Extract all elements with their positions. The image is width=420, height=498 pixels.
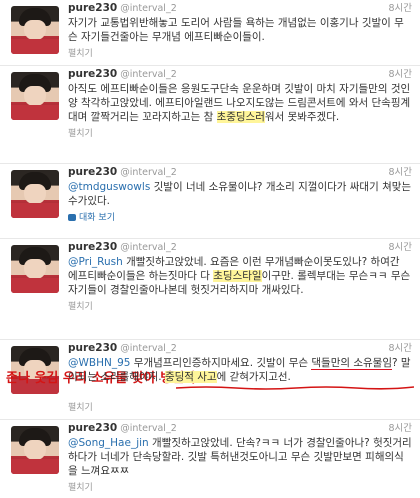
expand-link[interactable]: 펼치기 bbox=[68, 49, 93, 59]
user-handle[interactable]: @interval_2 bbox=[120, 343, 177, 354]
tweet-body: pure230 @interval_2 8시간 자기가 교통법위반해놓고 도리어 … bbox=[68, 2, 412, 59]
tweet-header: pure230 @interval_2 8시간 bbox=[68, 166, 412, 179]
tweet-text: @tmdguswowls 깃발이 너네 소유물이냐? 개소리 지껄이다가 싸대기… bbox=[68, 180, 412, 208]
tweet-text-part: 에 갇혀가지고선. bbox=[216, 371, 291, 383]
timestamp[interactable]: 8시간 bbox=[388, 68, 412, 81]
expand-link[interactable]: 펼치기 bbox=[68, 403, 93, 413]
tweet-body: pure230 @interval_2 8시간 @tmdguswowls 깃발이 … bbox=[68, 166, 412, 223]
username[interactable]: pure230 bbox=[68, 422, 117, 434]
username[interactable]: pure230 bbox=[68, 241, 117, 253]
avatar[interactable] bbox=[11, 426, 59, 474]
username[interactable]: pure230 bbox=[68, 2, 117, 14]
highlighted-text: 초중딩스러 bbox=[216, 111, 265, 123]
timestamp[interactable]: 8시간 bbox=[388, 342, 412, 355]
username[interactable]: pure230 bbox=[68, 166, 117, 178]
tweet-text-part: 자기가 교통법위반해놓고 도리어 사람들 욕하는 개념없는 이홍기나 깃발이 무… bbox=[68, 17, 404, 43]
avatar[interactable] bbox=[11, 6, 59, 54]
tweet-header: pure230 @interval_2 8시간 bbox=[68, 241, 412, 254]
user-handle[interactable]: @interval_2 bbox=[120, 69, 177, 80]
tweet-item[interactable]: pure230 @interval_2 8시간 아직도 에프티빠순이들은 응원도구… bbox=[0, 66, 420, 164]
avatar[interactable] bbox=[11, 170, 59, 218]
tweet-header: pure230 @interval_2 8시간 bbox=[68, 422, 412, 435]
tweet-item[interactable]: pure230 @interval_2 8시간 @Pri_Rush 개빨짓하고앉았… bbox=[0, 239, 420, 340]
mention-link[interactable]: @Pri_Rush bbox=[68, 256, 123, 268]
mention-link[interactable]: @WBHN_95 bbox=[68, 357, 130, 369]
tweet-header: pure230 @interval_2 8시간 bbox=[68, 2, 412, 15]
tweet-body: pure230 @interval_2 8시간 @WBHN_95 무개념프리인증하… bbox=[68, 342, 412, 413]
user-handle[interactable]: @interval_2 bbox=[120, 423, 177, 434]
expand-link[interactable]: 펼치기 bbox=[68, 129, 93, 139]
tweet-item[interactable]: pure230 @interval_2 8시간 @tmdguswowls 깃발이 … bbox=[0, 164, 420, 239]
tweet-text: @Pri_Rush 개빨짓하고앉았네. 요즘은 이런 무개념빠순이못도있나? 하… bbox=[68, 255, 412, 297]
tweet-item[interactable]: pure230 @interval_2 8시간 @Song_Hae_jin 개빨짓… bbox=[0, 420, 420, 498]
user-handle[interactable]: @interval_2 bbox=[120, 3, 177, 14]
tweet-text: @WBHN_95 무개념프리인증하지마세요. 깃발이 무슨 댁들만의 소유물임?… bbox=[68, 356, 412, 384]
username[interactable]: pure230 bbox=[68, 342, 117, 354]
tweet-text: @Song_Hae_jin 개빨짓하고앉았네. 단속?ㅋㅋ 너가 경찰인줄아나?… bbox=[68, 436, 412, 478]
highlighted-text: 중딩적 사고 bbox=[164, 371, 217, 383]
tweet-item[interactable]: pure230 @interval_2 8시간 자기가 교통법위반해놓고 도리어 … bbox=[0, 0, 420, 66]
highlighted-text: 초딩스타일 bbox=[213, 270, 262, 282]
avatar[interactable] bbox=[11, 245, 59, 293]
avatar[interactable] bbox=[11, 72, 59, 120]
tweet-text: 자기가 교통법위반해놓고 도리어 사람들 욕하는 개념없는 이홍기나 깃발이 무… bbox=[68, 16, 412, 44]
view-conversation-link[interactable]: 대화 보기 bbox=[79, 213, 115, 223]
timestamp[interactable]: 8시간 bbox=[388, 241, 412, 254]
tweet-header: pure230 @interval_2 8시간 bbox=[68, 68, 412, 81]
mention-link[interactable]: @tmdguswowls bbox=[68, 181, 150, 193]
expand-link[interactable]: 펼치기 bbox=[68, 302, 93, 312]
underlined-text: 댁들만의 소유물임 bbox=[311, 357, 392, 370]
user-handle[interactable]: @interval_2 bbox=[120, 242, 177, 253]
tweet-text-part: 워서 못봐주겠다. bbox=[264, 111, 340, 123]
tweet-header: pure230 @interval_2 8시간 bbox=[68, 342, 412, 355]
user-handle[interactable]: @interval_2 bbox=[120, 167, 177, 178]
tweet-body: pure230 @interval_2 8시간 @Song_Hae_jin 개빨짓… bbox=[68, 422, 412, 493]
conversation-icon bbox=[68, 214, 76, 221]
timestamp[interactable]: 8시간 bbox=[388, 422, 412, 435]
tweet-body: pure230 @interval_2 8시간 아직도 에프티빠순이들은 응원도구… bbox=[68, 68, 412, 139]
username[interactable]: pure230 bbox=[68, 68, 117, 80]
expand-link[interactable]: 펼치기 bbox=[68, 483, 93, 493]
mention-link[interactable]: @Song_Hae_jin bbox=[68, 437, 149, 449]
timestamp[interactable]: 8시간 bbox=[388, 2, 412, 15]
tweet-body: pure230 @interval_2 8시간 @Pri_Rush 개빨짓하고앉았… bbox=[68, 241, 412, 312]
tweet-text: 아직도 에프티빠순이들은 응원도구단속 운운하며 깃발이 마치 자기들만의 것인… bbox=[68, 82, 412, 124]
tweet-text-part: 하지마 개싸있다. bbox=[229, 284, 304, 296]
tweet-text-part: 무개념프리인증하지마세요. 깃발이 무슨 bbox=[130, 357, 312, 369]
timeline-feed: pure230 @interval_2 8시간 자기가 교통법위반해놓고 도리어 … bbox=[0, 0, 420, 498]
timestamp[interactable]: 8시간 bbox=[388, 166, 412, 179]
